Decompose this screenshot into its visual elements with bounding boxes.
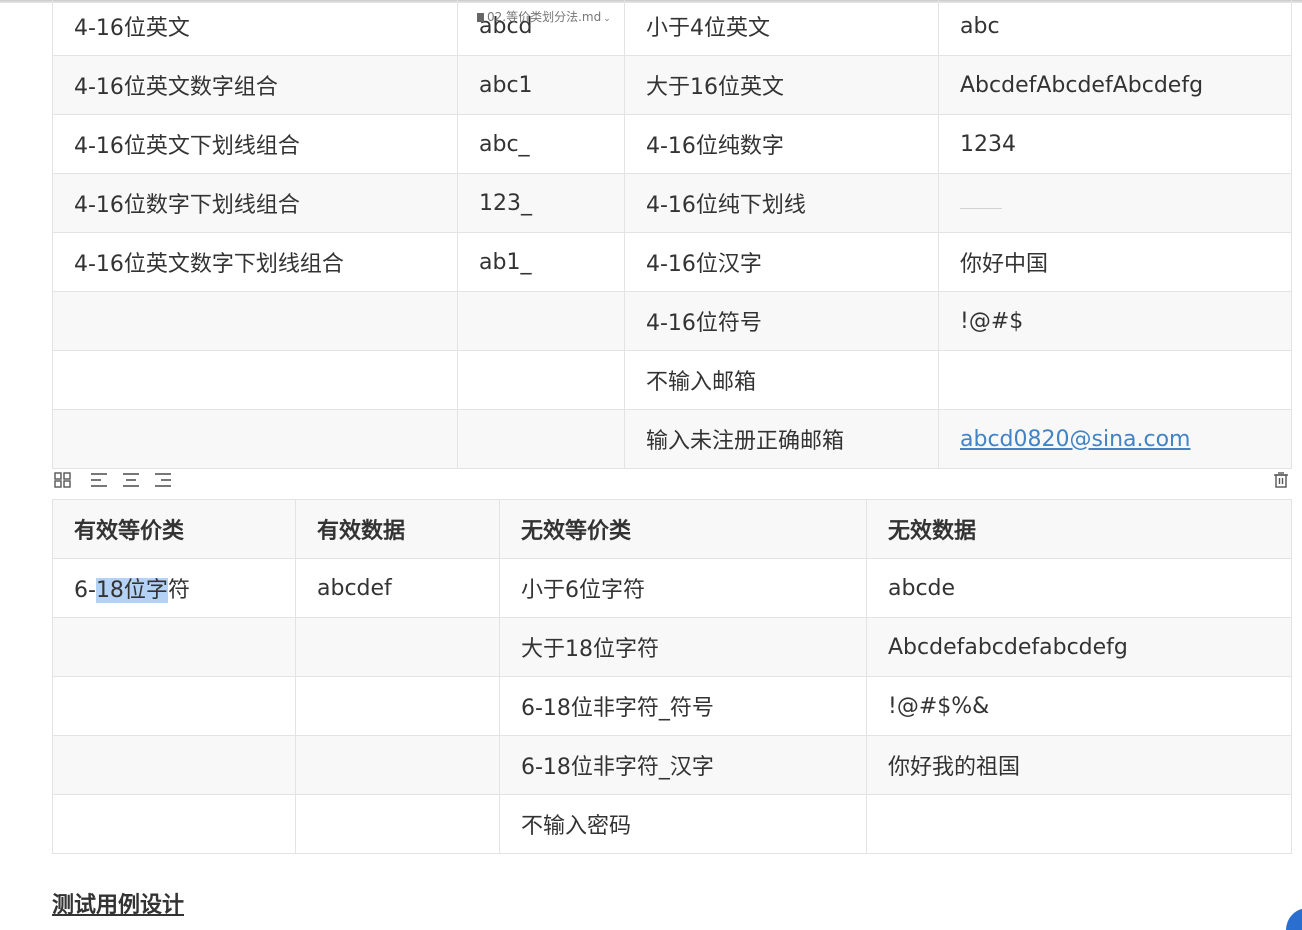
table-cell[interactable]: !@#$ (938, 291, 1292, 351)
table-row[interactable]: 4-16位英文 abcd 小于4位英文 abc (52, 0, 1292, 56)
table-grid-icon[interactable] (53, 470, 75, 490)
table-cell[interactable] (295, 676, 500, 736)
table-cell[interactable]: abc1 (457, 55, 625, 115)
trash-icon[interactable] (1271, 470, 1293, 490)
align-right-icon[interactable] (153, 470, 175, 490)
table-cell[interactable]: 小于4位英文 (624, 0, 939, 56)
email-equivalence-table[interactable]: 4-16位英文 abcd 小于4位英文 abc 4-16位英文数字组合 abc1… (52, 0, 1292, 469)
markdown-editor-page: 4-16位英文 abcd 小于4位英文 abc 4-16位英文数字组合 abc1… (0, 0, 1302, 930)
table-cell[interactable] (52, 617, 296, 677)
table-header-row[interactable]: 有效等价类 有效数据 无效等价类 无效数据 (52, 499, 1292, 559)
table-row[interactable]: 6-18位非字符_符号 !@#$%& (52, 676, 1292, 736)
password-equivalence-table[interactable]: 有效等价类 有效数据 无效等价类 无效数据 6-18位字符 abcdef 小于6… (52, 499, 1292, 854)
email-link[interactable]: abcd0820@sina.com (960, 427, 1190, 452)
table-row[interactable]: 不输入密码 (52, 794, 1292, 854)
align-center-icon[interactable] (121, 470, 143, 490)
table-cell[interactable] (938, 173, 1292, 233)
table-cell[interactable]: 4-16位符号 (624, 291, 939, 351)
file-name: 02.等价类划分法.md (487, 10, 602, 24)
table-cell[interactable]: abc (938, 0, 1292, 56)
table-cell[interactable]: abcd0820@sina.com (938, 409, 1292, 469)
table-cell[interactable] (52, 794, 296, 854)
table-cell[interactable]: 大于16位英文 (624, 55, 939, 115)
table-cell[interactable] (457, 291, 625, 351)
table-cell[interactable]: 你好中国 (938, 232, 1292, 292)
table-cell[interactable]: 6-18位非字符_符号 (499, 676, 867, 736)
document-icon (477, 13, 484, 22)
table-cell[interactable]: 4-16位数字下划线组合 (52, 173, 458, 233)
text-selection: 18位字 (95, 578, 168, 603)
table-cell[interactable]: 4-16位英文数字组合 (52, 55, 458, 115)
table-cell[interactable]: 123_ (457, 173, 625, 233)
table-cell[interactable] (938, 350, 1292, 410)
table-cell[interactable] (52, 291, 458, 351)
table-cell[interactable]: 输入未注册正确邮箱 (624, 409, 939, 469)
table-row[interactable]: 4-16位英文数字下划线组合 ab1_ 4-16位汉字 你好中国 (52, 232, 1292, 292)
cell-text: 6- (74, 578, 96, 603)
chevron-down-icon: ⌄ (603, 14, 611, 24)
table-toolbar (53, 468, 1293, 492)
cell-text: 符 (167, 578, 190, 603)
table-cell[interactable]: 大于18位字符 (499, 617, 867, 677)
column-header[interactable]: 无效数据 (866, 499, 1292, 559)
column-header[interactable]: 有效等价类 (52, 499, 296, 559)
underscore-value (960, 198, 1002, 209)
table-row[interactable]: 4-16位英文数字组合 abc1 大于16位英文 AbcdefAbcdefAbc… (52, 55, 1292, 115)
table-row[interactable]: 4-16位数字下划线组合 123_ 4-16位纯下划线 (52, 173, 1292, 233)
table-cell[interactable]: 不输入邮箱 (624, 350, 939, 410)
table-cell[interactable]: Abcdefabcdefabcdefg (866, 617, 1292, 677)
table-cell[interactable] (295, 735, 500, 795)
table-cell[interactable]: 4-16位英文数字下划线组合 (52, 232, 458, 292)
table-row[interactable]: 输入未注册正确邮箱 abcd0820@sina.com (52, 409, 1292, 469)
table-cell[interactable]: abcde (866, 558, 1292, 618)
file-name-tab[interactable]: 02.等价类划分法.md ⌄ (477, 8, 611, 25)
table-cell[interactable]: 4-16位纯数字 (624, 114, 939, 174)
table-cell[interactable] (457, 409, 625, 469)
table-cell[interactable]: abc_ (457, 114, 625, 174)
table-cell[interactable] (52, 676, 296, 736)
table-cell[interactable]: AbcdefAbcdefAbcdefg (938, 55, 1292, 115)
section-heading[interactable]: 测试用例设计 (52, 887, 184, 919)
table-cell[interactable]: 4-16位汉字 (624, 232, 939, 292)
table-row[interactable]: 4-16位英文下划线组合 abc_ 4-16位纯数字 1234 (52, 114, 1292, 174)
table-cell[interactable]: 6-18位非字符_汉字 (499, 735, 867, 795)
table-cell[interactable] (52, 350, 458, 410)
table-row[interactable]: 不输入邮箱 (52, 350, 1292, 410)
table-row[interactable]: 6-18位非字符_汉字 你好我的祖国 (52, 735, 1292, 795)
table-cell[interactable]: 小于6位字符 (499, 558, 867, 618)
column-header[interactable]: 有效数据 (295, 499, 500, 559)
table-cell[interactable] (457, 350, 625, 410)
table-cell[interactable]: ab1_ (457, 232, 625, 292)
column-header[interactable]: 无效等价类 (499, 499, 867, 559)
table-cell[interactable]: 4-16位英文下划线组合 (52, 114, 458, 174)
table-cell[interactable] (866, 794, 1292, 854)
table-cell[interactable]: abcdef (295, 558, 500, 618)
table-cell[interactable]: !@#$%& (866, 676, 1292, 736)
table-cell[interactable]: 你好我的祖国 (866, 735, 1292, 795)
table-cell[interactable]: 4-16位纯下划线 (624, 173, 939, 233)
table-row[interactable]: 大于18位字符 Abcdefabcdefabcdefg (52, 617, 1292, 677)
table-cell[interactable] (295, 617, 500, 677)
floating-assistant-button[interactable] (1286, 908, 1302, 930)
table-cell[interactable] (295, 794, 500, 854)
table-cell[interactable]: 不输入密码 (499, 794, 867, 854)
table-row[interactable]: 4-16位符号 !@#$ (52, 291, 1292, 351)
table-row[interactable]: 6-18位字符 abcdef 小于6位字符 abcde (52, 558, 1292, 618)
table-cell[interactable]: 1234 (938, 114, 1292, 174)
table-cell[interactable] (52, 735, 296, 795)
table-cell[interactable]: 6-18位字符 (52, 558, 296, 618)
table-cell[interactable] (52, 409, 458, 469)
align-left-icon[interactable] (89, 470, 111, 490)
table-cell[interactable]: 4-16位英文 (52, 0, 458, 56)
